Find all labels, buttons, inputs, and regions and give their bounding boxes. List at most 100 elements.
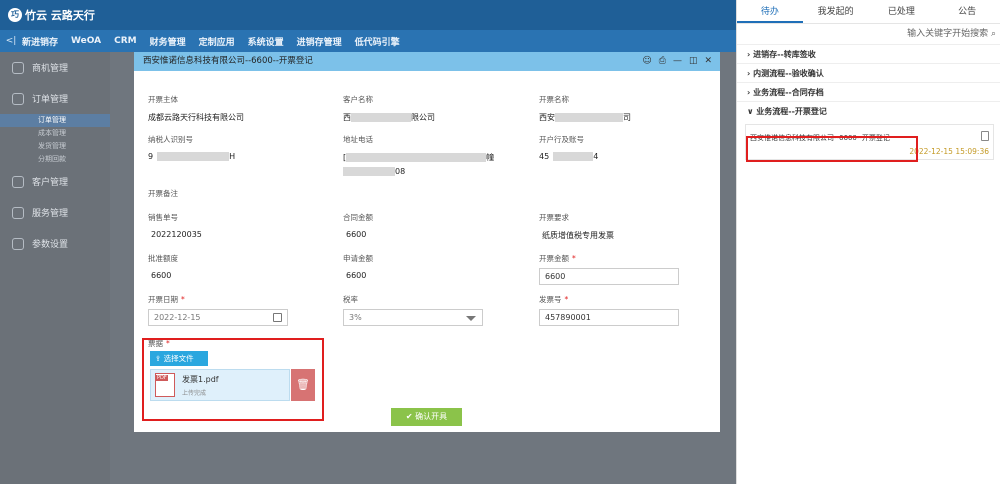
sidebar-item-label: 参数设置 bbox=[32, 240, 69, 250]
group-invoice-register[interactable]: ∨ 业务流程--开票登记 bbox=[737, 101, 1000, 120]
sidebar-item-orders[interactable]: 订单管理 bbox=[0, 83, 110, 114]
todo-search[interactable]: 输入关键字开始搜索 ⌕ bbox=[737, 24, 1000, 44]
feedback-icon[interactable]: ☺ bbox=[642, 52, 651, 71]
modal-title: 西安惟诺信息科技有限公司--6600--开票登记 bbox=[143, 56, 313, 66]
sidebar-sub-installments[interactable]: 分期回款 bbox=[0, 153, 110, 166]
tab-initiated[interactable]: 我发起的 bbox=[803, 0, 869, 23]
calendar-icon[interactable] bbox=[273, 313, 282, 322]
field-issuer: 开票主体 成都云路天行科技有限公司 bbox=[148, 94, 244, 123]
logo-text: 竹云 云路天行 bbox=[25, 9, 95, 22]
field-contract-amount: 合同金额 6600 bbox=[343, 212, 373, 239]
sidebar-item-opportunity[interactable]: 商机管理 bbox=[0, 52, 110, 83]
field-label: 开票主体 bbox=[148, 95, 178, 104]
invoice-no-input[interactable]: 457890001 bbox=[539, 309, 679, 326]
nav-item-inventory[interactable]: 进销存管理 bbox=[297, 35, 342, 48]
group-label: 进销存--转库签收 bbox=[753, 50, 816, 59]
clipboard-icon[interactable] bbox=[981, 131, 989, 141]
date-value: 2022-12-15 bbox=[154, 313, 201, 322]
group-contract-archive[interactable]: › 业务流程--合同存档 bbox=[737, 82, 1000, 101]
heart-icon bbox=[12, 206, 24, 219]
field-value: 6600 bbox=[346, 271, 367, 280]
field-label: 纳税人识别号 bbox=[148, 135, 193, 144]
sidebar-item-service[interactable]: 服务管理 bbox=[0, 197, 110, 228]
field-label: 合同金额 bbox=[343, 213, 373, 222]
invoice-amount-input[interactable]: 6600 bbox=[539, 268, 679, 285]
value-part: 西 bbox=[343, 113, 351, 122]
logo-mark: 巧 bbox=[8, 8, 22, 22]
label-text: 发票号 bbox=[539, 295, 562, 304]
nav-item-lowcode[interactable]: 低代码引擎 bbox=[355, 35, 400, 48]
field-label: 开票备注 bbox=[148, 189, 178, 198]
field-address: 地址电话 [幢 08 bbox=[343, 134, 494, 176]
field-value: 6600 bbox=[151, 271, 172, 280]
field-value: 45 4 bbox=[539, 152, 598, 161]
group-acceptance[interactable]: › 内测流程--验收确认 bbox=[737, 63, 1000, 82]
field-label: 开票金额 * bbox=[539, 253, 679, 264]
nav-item-settings[interactable]: 系统设置 bbox=[248, 35, 284, 48]
order-icon bbox=[12, 92, 24, 105]
print-icon[interactable]: ⎙ bbox=[659, 52, 666, 71]
maximize-icon[interactable]: ◫ bbox=[689, 52, 698, 71]
field-value: 成都云路天行科技有限公司 bbox=[148, 113, 244, 122]
field-label: 税率 bbox=[343, 295, 358, 304]
redaction-blur bbox=[351, 113, 411, 122]
confirm-issue-button[interactable]: ✔ 确认开具 bbox=[391, 408, 462, 426]
field-value: 西 限公司 bbox=[343, 112, 435, 123]
required-mark: * bbox=[572, 254, 576, 263]
modal-header: 西安惟诺信息科技有限公司--6600--开票登记 ☺ ⎙ — ◫ ✕ bbox=[134, 52, 720, 71]
sidebar-item-customers[interactable]: 客户管理 bbox=[0, 166, 110, 197]
field-value: 9H bbox=[148, 152, 235, 161]
sidebar-sub-shipping[interactable]: 发货管理 bbox=[0, 140, 110, 153]
field-label: 开户行及账号 bbox=[539, 135, 584, 144]
field-label: 开票日期 * bbox=[148, 294, 288, 305]
search-icon[interactable]: ⌕ bbox=[991, 29, 996, 39]
chevron-down-icon bbox=[466, 316, 476, 321]
tab-announcements[interactable]: 公告 bbox=[934, 0, 1000, 23]
label-text: 开票金额 bbox=[539, 254, 569, 263]
sidebar-sub-cost[interactable]: 成本管理 bbox=[0, 127, 110, 140]
settings-icon bbox=[12, 237, 24, 250]
field-value: 6600 bbox=[346, 230, 367, 239]
field-approved: 批准额度 6600 bbox=[148, 253, 178, 280]
nav-back-icon[interactable]: <| bbox=[0, 36, 22, 46]
target-icon bbox=[12, 61, 24, 74]
field-value: 纸质增值税专用发票 bbox=[542, 231, 614, 240]
field-label: 开票名称 bbox=[539, 95, 569, 104]
value-part: 限公司 bbox=[411, 113, 435, 122]
label-text: 开票日期 bbox=[148, 295, 178, 304]
field-remark: 开票备注 bbox=[148, 188, 178, 199]
tax-rate-select[interactable]: 3% bbox=[343, 309, 483, 326]
redaction-blur bbox=[343, 167, 395, 176]
group-label: 业务流程--合同存档 bbox=[753, 88, 824, 97]
sidebar-item-label: 服务管理 bbox=[32, 209, 69, 219]
nav-item-jxc[interactable]: 新进销存 bbox=[22, 35, 58, 48]
user-icon bbox=[12, 175, 24, 188]
nav-item-finance[interactable]: 财务管理 bbox=[150, 35, 186, 48]
group-transfer-sign[interactable]: › 进销存--转库签收 bbox=[737, 44, 1000, 63]
nav-item-weoa[interactable]: WeOA bbox=[71, 36, 101, 46]
field-value-line2: 08 bbox=[343, 167, 494, 176]
nav-item-crm[interactable]: CRM bbox=[114, 36, 137, 46]
minimize-icon[interactable]: — bbox=[673, 52, 682, 71]
field-invoice-name: 开票名称 西安 司 bbox=[539, 94, 631, 123]
group-label: 业务流程--开票登记 bbox=[756, 107, 827, 116]
field-label: 开票要求 bbox=[539, 213, 569, 222]
tab-todo[interactable]: 待办 bbox=[737, 0, 803, 23]
invoice-date-input[interactable]: 2022-12-15 bbox=[148, 309, 288, 326]
close-icon[interactable]: ✕ bbox=[704, 52, 712, 71]
redaction-blur bbox=[555, 113, 623, 122]
sidebar-sub-orders[interactable]: 订单管理 bbox=[0, 114, 110, 127]
app-logo: 巧 竹云 云路天行 bbox=[8, 7, 95, 23]
required-mark: * bbox=[564, 295, 569, 304]
sidebar-item-params[interactable]: 参数设置 bbox=[0, 228, 110, 259]
todo-panel: 待办 我发起的 已处理 公告 输入关键字开始搜索 ⌕ › 进销存--转库签收 ›… bbox=[736, 0, 1000, 484]
field-taxid: 纳税人识别号 9H bbox=[148, 134, 235, 161]
field-invoice-amount: 开票金额 * 6600 bbox=[539, 253, 679, 285]
nav-item-custom[interactable]: 定制应用 bbox=[199, 35, 235, 48]
value-part: 4 bbox=[593, 152, 599, 161]
select-value: 3% bbox=[349, 313, 362, 322]
field-label: 批准额度 bbox=[148, 254, 178, 263]
tab-processed[interactable]: 已处理 bbox=[869, 0, 935, 23]
field-sales-no: 销售单号 2022120035 bbox=[148, 212, 202, 239]
redaction-blur bbox=[157, 152, 230, 161]
